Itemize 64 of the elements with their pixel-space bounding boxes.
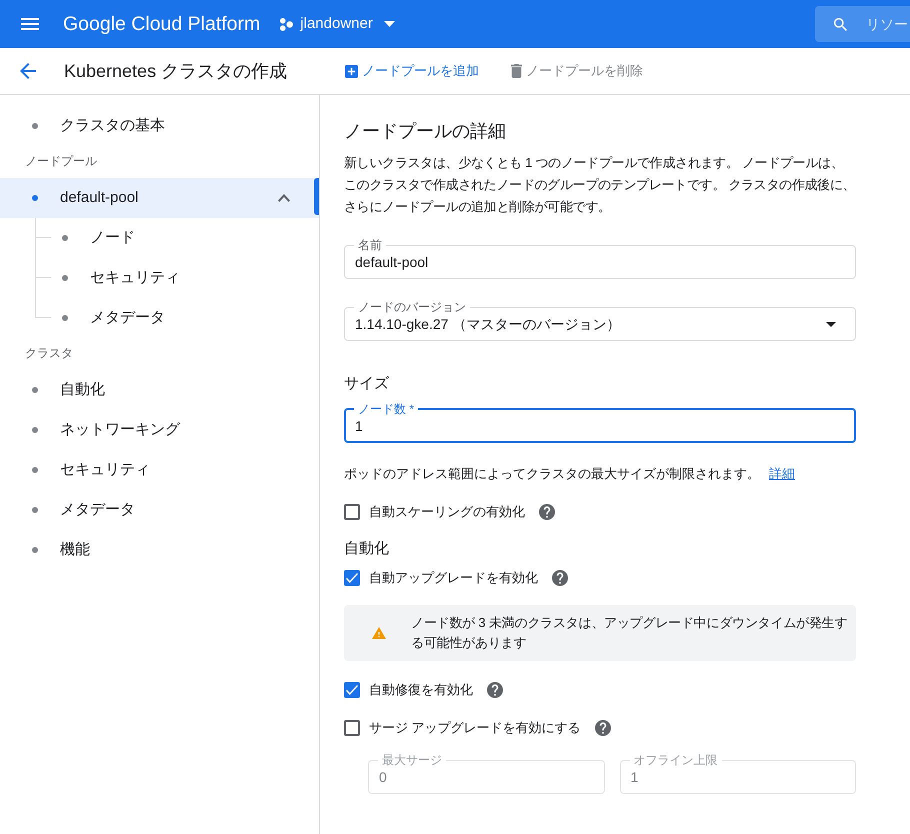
project-selector[interactable]: jlandowner — [276, 8, 399, 40]
sidebar-item[interactable]: ノード — [0, 218, 319, 258]
add-button[interactable]: ノードプールを追加 — [345, 59, 480, 83]
dropdown-caret-icon — [826, 322, 836, 326]
sidebar-item[interactable]: メタデータ — [0, 490, 319, 530]
checkbox[interactable] — [344, 682, 360, 698]
sidebar-item[interactable]: クラスタの基本 — [0, 106, 319, 146]
bullet-icon — [62, 315, 68, 321]
checkbox[interactable] — [344, 504, 360, 520]
checkbox-label: サージ アップグレードを有効にする — [369, 719, 581, 737]
sidebar-item[interactable]: ネットワーキング — [0, 410, 319, 450]
bullet-icon — [62, 235, 68, 241]
help-icon[interactable] — [539, 504, 555, 520]
project-icon — [280, 18, 294, 30]
bullet-icon — [32, 467, 38, 473]
help-icon[interactable] — [594, 720, 611, 736]
hint-text: ポッドのアドレス範囲によってクラスタの最大サイズが制限されます。 詳細 — [344, 465, 796, 483]
bullet-icon — [32, 387, 38, 393]
help-icon[interactable] — [487, 682, 503, 698]
bullet-icon — [32, 547, 38, 553]
chevron-up-icon[interactable] — [278, 194, 290, 202]
page-title: Kubernetes クラスタの作成 — [64, 60, 288, 83]
menu-icon[interactable] — [21, 18, 39, 30]
checkbox[interactable] — [344, 570, 360, 586]
sidebar-item[interactable]: default-pool — [0, 178, 319, 218]
checkbox-label: 自動スケーリングの有効化 — [369, 503, 525, 521]
text-field[interactable]: 名前 default-pool — [344, 238, 856, 279]
bullet-icon — [32, 195, 38, 201]
field-label: オフライン上限 — [632, 753, 718, 767]
section-label: ノードプール — [25, 153, 97, 169]
text-field[interactable]: ノード数 * 1 — [344, 402, 856, 443]
trash-icon — [511, 64, 522, 78]
bullet-icon — [32, 427, 38, 433]
bullet-icon — [32, 507, 38, 513]
field-label: 名前 — [357, 238, 383, 252]
sidebar-item[interactable]: 機能 — [0, 530, 319, 570]
warning-text: ノード数が 3 未満のクラスタは、アップグレード中にダウンタイムが発生する可能性があります — [411, 614, 848, 652]
checkbox-label: 自動アップグレードを有効化 — [369, 569, 538, 587]
search-icon — [834, 18, 847, 30]
select-field[interactable]: ノードのバージョン 1.14.10-gke.27 （マスターのバージョン） — [344, 300, 856, 341]
checkbox-label: 自動修復を有効化 — [369, 681, 473, 699]
bullet-icon — [32, 123, 38, 129]
section-title: ノードプールの詳細 — [344, 120, 507, 143]
checkbox[interactable] — [344, 720, 360, 736]
details-link[interactable]: 詳細 — [769, 466, 795, 481]
section-heading: 自動化 — [344, 539, 390, 559]
section-heading: サイズ — [344, 374, 390, 394]
sidebar-item[interactable]: セキュリティ — [0, 450, 319, 490]
field-label: ノードのバージョン — [357, 300, 467, 314]
sidebar-item[interactable]: セキュリティ — [0, 258, 319, 298]
help-icon[interactable] — [552, 570, 568, 586]
caret-icon — [384, 21, 395, 27]
active-indicator — [314, 178, 319, 215]
sidebar-item[interactable]: 自動化 — [0, 370, 319, 410]
warning-icon — [372, 627, 386, 639]
field-label: 最大サージ — [381, 753, 443, 767]
section-label: クラスタ — [25, 345, 73, 361]
product-title: Google Cloud Platform — [63, 12, 260, 36]
bullet-icon — [62, 275, 68, 281]
add-box-icon — [345, 64, 358, 78]
sidebar-item[interactable]: メタデータ — [0, 298, 319, 338]
field-label: ノード数 * — [357, 402, 416, 416]
back-arrow-icon[interactable] — [20, 63, 36, 79]
description-text: 新しいクラスタは、少なくとも 1 つのノードプールで作成されます。 ノードプールは、このクラスタで作成されたノードのグループのテンプレートです。 クラスタの作成後に、さらにノードプールの追加と削除が可能です。 — [344, 154, 856, 216]
